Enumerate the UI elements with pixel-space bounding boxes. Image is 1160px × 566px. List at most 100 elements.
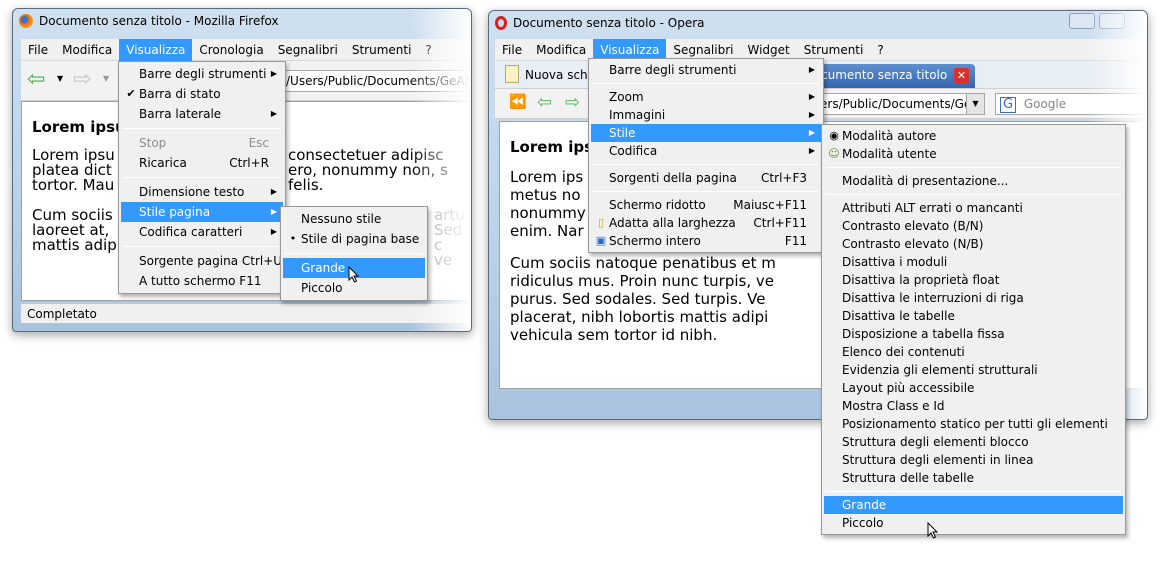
window-title: Documento senza titolo - Opera bbox=[513, 16, 705, 30]
status-text: Completato bbox=[27, 307, 97, 321]
forward-arrow-icon[interactable]: ⇨ bbox=[73, 69, 91, 91]
back-arrow-icon[interactable]: ⇦ bbox=[537, 92, 552, 113]
menu-item-layout-piu-accessibile[interactable]: Layout più accessibile bbox=[824, 379, 1123, 397]
rewind-icon[interactable]: ⏪ bbox=[509, 94, 526, 110]
menu-item-contrasto-elevato-b-n[interactable]: Contrasto elevato (B/N) bbox=[824, 217, 1123, 235]
menu-file[interactable]: File bbox=[21, 39, 55, 61]
menu-item-barre-degli-strumenti[interactable]: Barre degli strumenti ▶ bbox=[591, 61, 821, 79]
menu-item-label: Dimensione testo bbox=[139, 185, 245, 199]
menu-item-schermo-intero[interactable]: ▣ Schermo intero F11 bbox=[591, 232, 821, 250]
menu-item-label: Adatta alla larghezza bbox=[609, 216, 736, 230]
menu-visualizza[interactable]: Visualizza bbox=[119, 38, 193, 61]
menu-item-ricarica[interactable]: Ricarica Ctrl+R bbox=[121, 153, 283, 173]
window-title: Documento senza titolo - Mozilla Firefox bbox=[39, 14, 279, 28]
menu-item-barra-di-stato[interactable]: ✔ Barra di stato bbox=[121, 84, 283, 104]
menu-strumenti[interactable]: Strumenti bbox=[345, 39, 419, 61]
menu-item-label: Attributi ALT errati o mancanti bbox=[842, 201, 1023, 215]
firefox-logo-icon bbox=[19, 14, 33, 28]
menu-item-label: Ricarica bbox=[139, 156, 187, 170]
menu-item-modalita-di-presentazione[interactable]: Modalità di presentazione... bbox=[824, 172, 1123, 190]
opera-style-submenu: ◉ Modalità autore ☺ Modalità utente Modalità… bbox=[821, 124, 1126, 535]
menu-item-zoom[interactable]: Zoom ▶ bbox=[591, 88, 821, 106]
menu-item-posizionamento-statico-per-tutti-gli-elementi[interactable]: Posizionamento statico per tutti gli ele… bbox=[824, 415, 1123, 433]
submenu-arrow-icon: ▶ bbox=[808, 110, 815, 119]
menu-item-attributi-alt-errati-o-mancanti[interactable]: Attributi ALT errati o mancanti bbox=[824, 199, 1123, 217]
menu-item-label: Piccolo bbox=[842, 516, 884, 530]
forward-arrow-icon[interactable]: ⇨ bbox=[565, 92, 580, 113]
menu-item-struttura-degli-elementi-in-linea[interactable]: Struttura degli elementi in linea bbox=[824, 451, 1123, 469]
menu-modifica[interactable]: Modifica bbox=[529, 39, 593, 61]
maximize-button[interactable] bbox=[1099, 13, 1125, 29]
menu-separator bbox=[123, 177, 281, 178]
menu-item-mostra-class-e-id[interactable]: Mostra Class e Id bbox=[824, 397, 1123, 415]
menu-item-codifica[interactable]: Codifica ▶ bbox=[591, 142, 821, 160]
submenu-arrow-icon: ▶ bbox=[270, 207, 277, 216]
menu-item-elenco-dei-contenuti[interactable]: Elenco dei contenuti bbox=[824, 343, 1123, 361]
menu-item-stile[interactable]: Stile ▶ bbox=[591, 124, 821, 142]
forward-history-dropdown-icon[interactable]: ▼ bbox=[103, 74, 109, 83]
menu-help[interactable]: ? bbox=[870, 39, 890, 61]
menu-item-stop[interactable]: Stop Esc bbox=[121, 133, 283, 153]
menu-separator bbox=[826, 194, 1121, 195]
menu-item-nessuno-stile[interactable]: Nessuno stile bbox=[283, 209, 425, 229]
search-placeholder: Google bbox=[1023, 97, 1067, 111]
menu-item-schermo-ridotto[interactable]: Schermo ridotto Maiusc+F11 bbox=[591, 196, 821, 214]
opera-address-bar[interactable]: ers/Public/Documents/Ge/ ▼ bbox=[815, 93, 985, 115]
menu-item-modalita-utente[interactable]: ☺ Modalità utente bbox=[824, 145, 1123, 163]
paragraph-1: Lorem ipsu platea dict tortor. Mau bbox=[32, 148, 115, 193]
menu-item-evidenzia-gli-elementi-strutturali[interactable]: Evidenzia gli elementi strutturali bbox=[824, 361, 1123, 379]
menu-item-stile-di-pagina-base[interactable]: • Stile di pagina base bbox=[283, 229, 425, 249]
menu-item-label: Stop bbox=[139, 136, 167, 150]
menu-item-barra-laterale[interactable]: Barra laterale ▶ bbox=[121, 104, 283, 124]
address-dropdown-icon[interactable]: ▼ bbox=[966, 94, 984, 114]
active-tab[interactable]: cumento senza titolo ✕ bbox=[815, 64, 975, 88]
menu-help[interactable]: ? bbox=[418, 39, 438, 61]
menu-item-stile-pagina[interactable]: Stile pagina ▶ bbox=[121, 202, 283, 222]
active-tab-label: cumento senza titolo bbox=[821, 68, 948, 82]
menu-item-immagini[interactable]: Immagini ▶ bbox=[591, 106, 821, 124]
minimize-button[interactable] bbox=[1069, 13, 1095, 29]
menu-item-adatta-alla-larghezza[interactable]: ▯ Adatta alla larghezza Ctrl+F11 bbox=[591, 214, 821, 232]
menu-item-dimensione-testo[interactable]: Dimensione testo ▶ bbox=[121, 182, 283, 202]
menu-item-disattiva-le-interruzioni-di-riga[interactable]: Disattiva le interruzioni di riga bbox=[824, 289, 1123, 307]
menu-item-contrasto-elevato-n-b[interactable]: Contrasto elevato (N/B) bbox=[824, 235, 1123, 253]
menu-item-grande[interactable]: Grande bbox=[824, 496, 1123, 514]
back-history-dropdown-icon[interactable]: ▼ bbox=[57, 74, 63, 83]
menu-item-label: Disattiva la proprietà float bbox=[842, 273, 1000, 287]
checkmark-icon: ✔ bbox=[126, 87, 136, 100]
menu-item-struttura-delle-tabelle[interactable]: Struttura delle tabelle bbox=[824, 469, 1123, 487]
menu-item-label: Disattiva i moduli bbox=[842, 255, 948, 269]
menu-separator bbox=[826, 491, 1121, 492]
menu-item-modalita-autore[interactable]: ◉ Modalità autore bbox=[824, 127, 1123, 145]
menu-item-sorgenti-della-pagina[interactable]: Sorgenti della pagina Ctrl+F3 bbox=[591, 169, 821, 187]
address-text: ers/Public/Documents/Ge/ bbox=[820, 97, 976, 111]
menu-item-disposizione-a-tabella-fissa[interactable]: Disposizione a tabella fissa bbox=[824, 325, 1123, 343]
submenu-arrow-icon: ▶ bbox=[270, 187, 277, 196]
menu-segnalibri[interactable]: Segnalibri bbox=[271, 39, 345, 61]
search-field[interactable]: G Google bbox=[995, 93, 1145, 115]
menu-item-disattiva-i-moduli[interactable]: Disattiva i moduli bbox=[824, 253, 1123, 271]
menu-item-label: Modalità di presentazione... bbox=[842, 174, 1009, 188]
text-line: tortor. Mau bbox=[32, 176, 115, 194]
menu-item-sorgente-pagina-ctrl-u[interactable]: Sorgente pagina Ctrl+U bbox=[121, 251, 283, 271]
text-line: felis. bbox=[288, 176, 324, 194]
shortcut-label: Ctrl+F11 bbox=[753, 216, 807, 230]
menu-file[interactable]: File bbox=[495, 39, 529, 61]
firefox-titlebar: Documento senza titolo - Mozilla Firefox bbox=[13, 9, 471, 33]
back-arrow-icon[interactable]: ⇦ bbox=[27, 69, 45, 91]
menu-item-label: Struttura delle tabelle bbox=[842, 471, 974, 485]
menu-item-label: Stile bbox=[609, 126, 636, 140]
menu-item-disattiva-le-tabelle[interactable]: Disattiva le tabelle bbox=[824, 307, 1123, 325]
menu-item-disattiva-la-proprieta-float[interactable]: Disattiva la proprietà float bbox=[824, 271, 1123, 289]
menu-item-codifica-caratteri[interactable]: Codifica caratteri ▶ bbox=[121, 222, 283, 242]
menu-item-struttura-degli-elementi-blocco[interactable]: Struttura degli elementi blocco bbox=[824, 433, 1123, 451]
submenu-arrow-icon: ▶ bbox=[270, 69, 277, 78]
menu-item-barre-degli-strumenti[interactable]: Barre degli strumenti ▶ bbox=[121, 64, 283, 84]
opera-logo-icon bbox=[495, 16, 507, 30]
firefox-address-bar[interactable]: /Users/Public/Documents/GeA/ bbox=[281, 70, 471, 92]
menu-cronologia[interactable]: Cronologia bbox=[192, 39, 270, 61]
close-tab-icon[interactable]: ✕ bbox=[954, 68, 969, 83]
menu-modifica[interactable]: Modifica bbox=[55, 39, 119, 61]
menu-item-piccolo[interactable]: Piccolo bbox=[824, 514, 1123, 532]
menu-item-a-tutto-schermo-f11[interactable]: A tutto schermo F11 bbox=[121, 271, 283, 291]
